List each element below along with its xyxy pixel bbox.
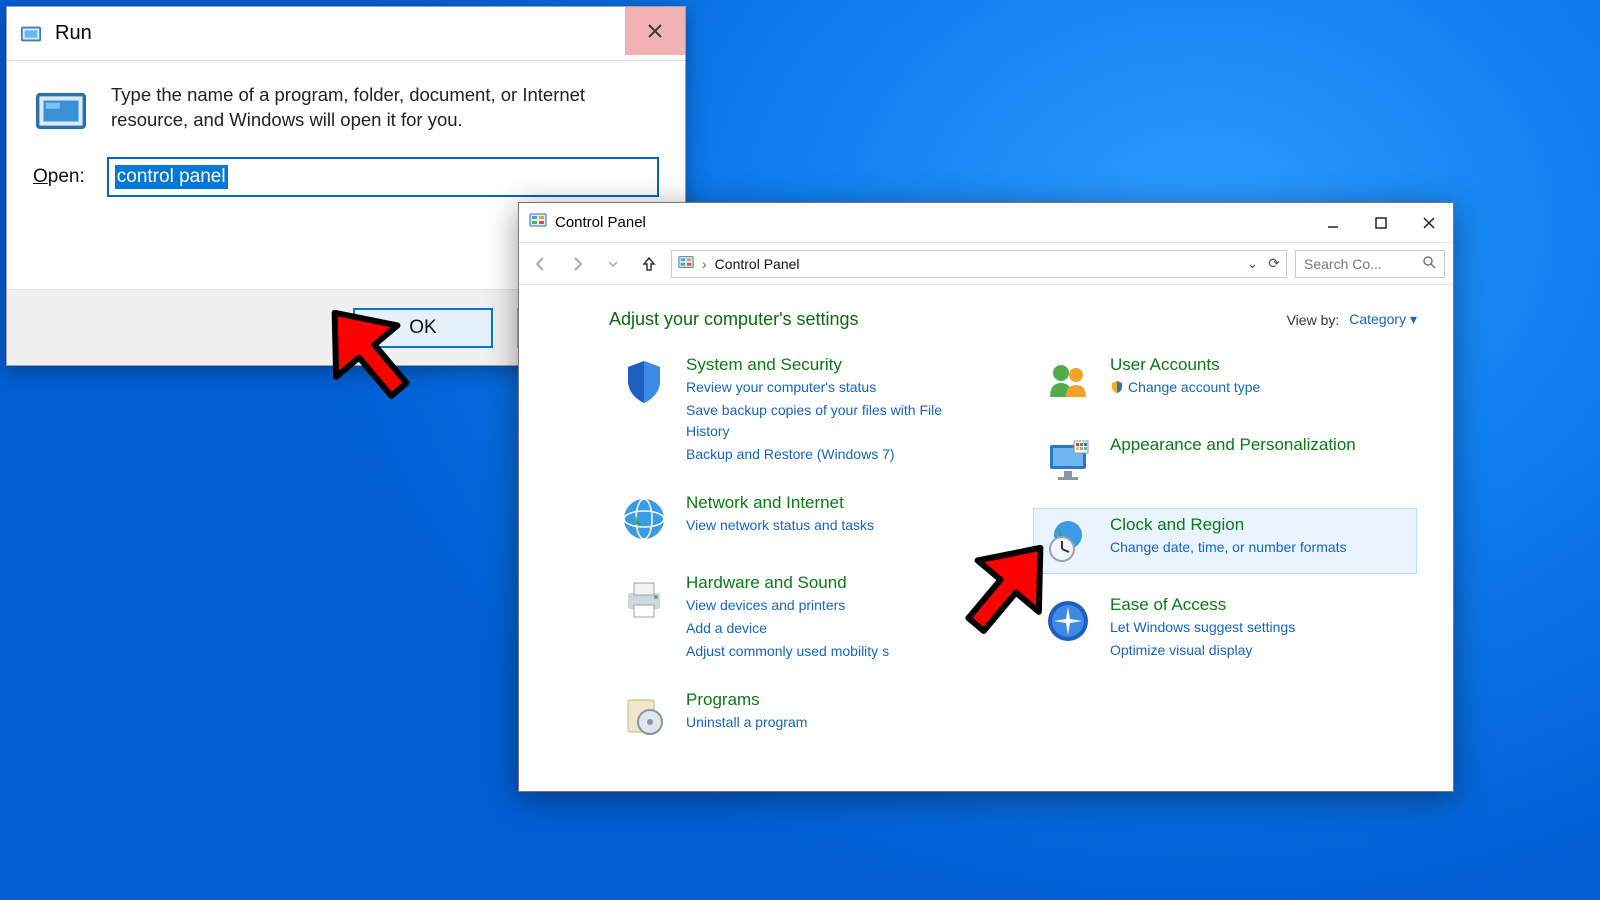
users-icon xyxy=(1042,355,1094,407)
chevron-down-icon[interactable]: ⌄ xyxy=(1247,255,1259,272)
printer-icon xyxy=(618,573,670,625)
forward-button[interactable] xyxy=(563,250,591,278)
category-link[interactable]: Change date, time, or number formats xyxy=(1110,537,1347,558)
category-item: Clock and RegionChange date, time, or nu… xyxy=(1033,508,1417,574)
viewby-label: View by: xyxy=(1287,312,1340,328)
category-title[interactable]: System and Security xyxy=(686,355,984,375)
open-input[interactable]: control panel xyxy=(107,157,659,197)
category-title[interactable]: Network and Internet xyxy=(686,493,874,513)
category-title[interactable]: Programs xyxy=(686,690,807,710)
run-title-icon xyxy=(17,20,45,48)
chevron-right-icon: › xyxy=(702,256,707,272)
close-window-button[interactable] xyxy=(1405,203,1453,243)
cp-address-bar: › Control Panel ⌄ ⟳ Search Co... xyxy=(519,243,1453,285)
cp-titlebar: Control Panel xyxy=(519,203,1453,243)
category-title[interactable]: User Accounts xyxy=(1110,355,1260,375)
category-link[interactable]: Uninstall a program xyxy=(686,712,807,733)
run-description: Type the name of a program, folder, docu… xyxy=(111,83,659,139)
cp-heading: Adjust your computer's settings xyxy=(609,309,859,330)
monitor-icon xyxy=(1042,435,1094,487)
run-titlebar: Run xyxy=(7,7,685,61)
window-buttons xyxy=(1309,203,1453,243)
category-link[interactable]: Change account type xyxy=(1110,377,1260,398)
category-item: Ease of AccessLet Windows suggest settin… xyxy=(1033,588,1417,668)
maximize-button[interactable] xyxy=(1357,203,1405,243)
category-item: ProgramsUninstall a program xyxy=(609,683,993,749)
category-link[interactable]: Add a device xyxy=(686,618,889,639)
category-title[interactable]: Ease of Access xyxy=(1110,595,1295,615)
recent-button[interactable] xyxy=(599,250,627,278)
close-button[interactable] xyxy=(625,7,685,55)
category-item: Hardware and SoundView devices and print… xyxy=(609,566,993,669)
viewby-value[interactable]: Category ▾ xyxy=(1349,311,1417,328)
category-link[interactable]: Review your computer's status xyxy=(686,377,984,398)
shield-icon xyxy=(618,355,670,407)
category-link[interactable]: Backup and Restore (Windows 7) xyxy=(686,444,984,465)
category-link[interactable]: Let Windows suggest settings xyxy=(1110,617,1295,638)
run-open-row: Open: control panel xyxy=(7,139,685,197)
category-item: Network and InternetView network status … xyxy=(609,486,993,552)
cp-heading-row: Adjust your computer's settings View by:… xyxy=(609,309,1417,330)
category-title[interactable]: Appearance and Personalization xyxy=(1110,435,1356,455)
clock-icon xyxy=(1042,515,1094,567)
ease-icon xyxy=(1042,595,1094,647)
breadcrumb: Control Panel xyxy=(715,256,800,272)
cp-title-text: Control Panel xyxy=(555,214,646,231)
run-icon xyxy=(33,83,89,139)
up-button[interactable] xyxy=(635,250,663,278)
viewby: View by: Category ▾ xyxy=(1287,311,1417,328)
category-link[interactable]: Optimize visual display xyxy=(1110,640,1295,661)
category-item: User AccountsChange account type xyxy=(1033,348,1417,414)
category-link[interactable]: Save backup copies of your files with Fi… xyxy=(686,400,984,442)
ok-button[interactable]: OK xyxy=(353,308,493,348)
category-title[interactable]: Clock and Region xyxy=(1110,515,1347,535)
category-title[interactable]: Hardware and Sound xyxy=(686,573,889,593)
category-item: System and SecurityReview your computer'… xyxy=(609,348,993,472)
minimize-button[interactable] xyxy=(1309,203,1357,243)
cp-title-icon xyxy=(529,211,547,234)
search-icon xyxy=(1422,255,1436,272)
address-box[interactable]: › Control Panel ⌄ ⟳ xyxy=(671,250,1287,278)
address-icon xyxy=(678,254,694,273)
globe-icon xyxy=(618,493,670,545)
category-link[interactable]: Adjust commonly used mobility s xyxy=(686,641,889,662)
back-button[interactable] xyxy=(527,250,555,278)
cp-grid: System and SecurityReview your computer'… xyxy=(609,348,1417,749)
control-panel-window: Control Panel › Control Panel ⌄ ⟳ Search… xyxy=(518,202,1454,792)
category-link[interactable]: View network status and tasks xyxy=(686,515,874,536)
cp-right-column: User AccountsChange account type Appearan… xyxy=(1033,348,1417,749)
category-item: Appearance and Personalization xyxy=(1033,428,1417,494)
open-label: Open: xyxy=(33,166,85,188)
search-placeholder: Search Co... xyxy=(1304,256,1382,272)
run-body: Type the name of a program, folder, docu… xyxy=(7,61,685,139)
category-link[interactable]: View devices and printers xyxy=(686,595,889,616)
run-title-text: Run xyxy=(55,22,92,45)
cp-left-column: System and SecurityReview your computer'… xyxy=(609,348,993,749)
cp-body: Adjust your computer's settings View by:… xyxy=(519,285,1453,791)
refresh-icon[interactable]: ⟳ xyxy=(1268,255,1280,272)
open-input-value: control panel xyxy=(115,165,228,189)
programs-icon xyxy=(618,690,670,742)
search-input[interactable]: Search Co... xyxy=(1295,250,1445,278)
